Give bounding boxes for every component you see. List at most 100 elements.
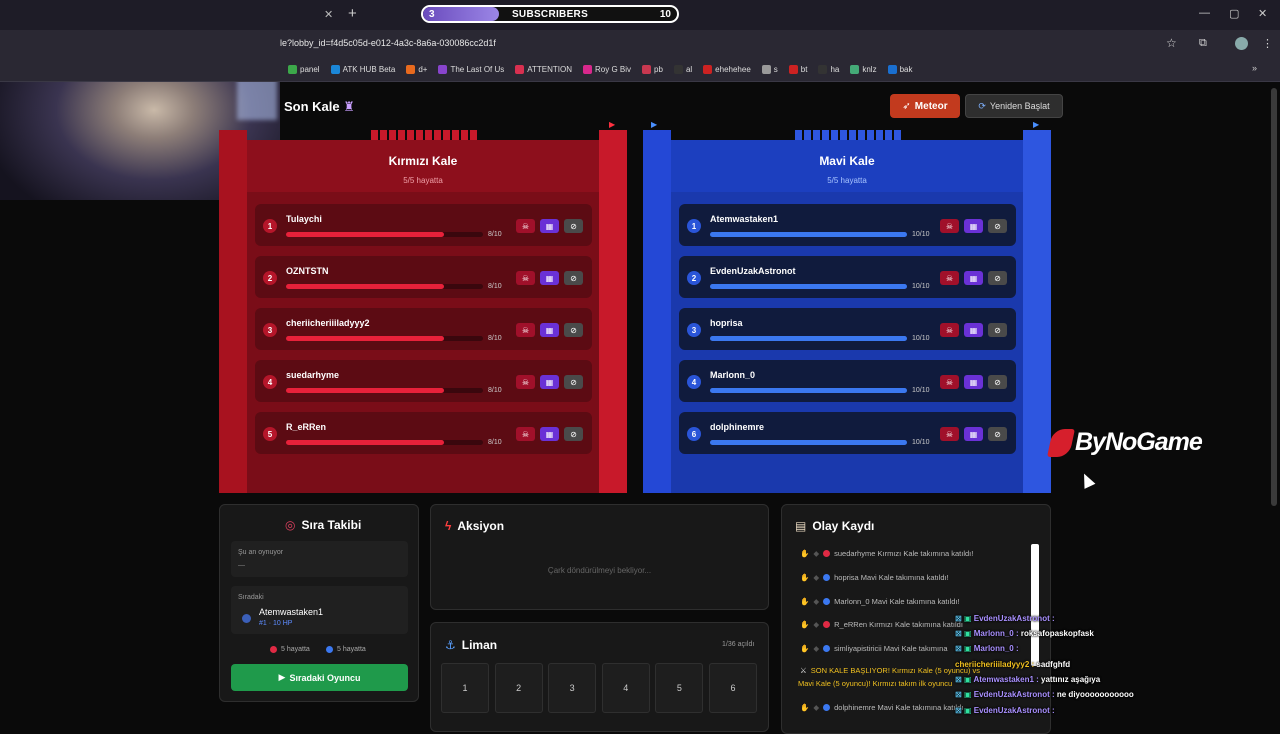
harbor-cell[interactable]: 6 <box>709 663 757 713</box>
ban-icon[interactable]: ⊘ <box>564 375 583 389</box>
bookmark-item[interactable]: bt <box>788 65 807 74</box>
chat-badge-icon: ▣ <box>963 644 972 653</box>
ban-icon[interactable]: ⊘ <box>988 271 1007 285</box>
close-window-icon[interactable]: ✕ <box>1258 7 1267 20</box>
bookmark-item[interactable]: ATK HUB Beta <box>330 65 395 74</box>
red-player-row: 2 OZNTSTN 8/10 ☠ ▦ ⊘ <box>255 256 592 298</box>
bookmark-item[interactable]: The Last Of Us <box>438 65 504 74</box>
bookmark-favicon-icon <box>288 65 297 74</box>
address-bar[interactable] <box>0 30 1280 58</box>
restart-button[interactable]: ⟳ Yeniden Başlat <box>965 94 1063 118</box>
ban-icon[interactable]: ⊘ <box>564 427 583 441</box>
tag-icon: ◆ <box>813 644 820 653</box>
bookmark-item[interactable]: ATTENTION <box>515 65 572 74</box>
harbor-cell[interactable]: 4 <box>601 663 650 713</box>
player-hp-bar <box>710 336 907 341</box>
next-player-button[interactable]: ▶ Sıradaki Oyuncu <box>231 664 408 691</box>
hand-icon: ✋ <box>800 644 810 653</box>
ban-icon[interactable]: ⊘ <box>564 271 583 285</box>
harbor-cell[interactable]: 1 <box>441 663 489 713</box>
player-hp-text: 10/10 <box>912 335 930 342</box>
attack-skull-icon[interactable]: ☠ <box>516 375 535 389</box>
maximize-icon[interactable]: ▢ <box>1229 7 1239 20</box>
bookmark-item[interactable]: s <box>761 65 778 74</box>
bookmark-item[interactable]: pb <box>642 65 663 74</box>
profile-avatar[interactable] <box>1235 37 1248 50</box>
player-hp-fill <box>710 440 907 445</box>
ban-icon[interactable]: ⊘ <box>564 323 583 337</box>
shield-icon[interactable]: ▦ <box>964 219 983 233</box>
shield-icon[interactable]: ▦ <box>964 323 983 337</box>
bookmark-item[interactable]: al <box>673 65 692 74</box>
chat-username: Atemwastaken1 : <box>973 675 1039 684</box>
bookmark-item[interactable]: bak <box>887 65 912 74</box>
player-number: 6 <box>687 427 701 441</box>
attack-skull-icon[interactable]: ☠ <box>516 219 535 233</box>
player-hp-bar <box>710 284 907 289</box>
minimize-icon[interactable]: — <box>1199 7 1210 19</box>
blue-castle: ▶ ▶ Mavi Kale 5/5 hayatta 1 Atemwastaken1… <box>643 120 1051 493</box>
shield-icon[interactable]: ▦ <box>964 375 983 389</box>
now-playing-label: Şu an oynuyor <box>238 549 284 556</box>
ban-icon[interactable]: ⊘ <box>988 375 1007 389</box>
bookmark-item[interactable]: ehehehee <box>703 65 751 74</box>
player-hp-fill <box>710 232 907 237</box>
attack-skull-icon[interactable]: ☠ <box>940 427 959 441</box>
shield-icon[interactable]: ▦ <box>964 427 983 441</box>
bookmark-item[interactable]: Roy G Biv <box>583 65 631 74</box>
anchor-icon: ⚓ <box>445 638 456 652</box>
ban-icon[interactable]: ⊘ <box>988 219 1007 233</box>
star-icon[interactable]: ☆ <box>1166 36 1177 50</box>
player-number: 4 <box>687 375 701 389</box>
player-number: 3 <box>263 323 277 337</box>
team-dot <box>823 621 831 628</box>
page-scrollbar[interactable] <box>1271 88 1277 506</box>
shield-icon[interactable]: ▦ <box>540 323 559 337</box>
shield-icon[interactable]: ▦ <box>540 427 559 441</box>
harbor-cell[interactable]: 2 <box>494 663 543 713</box>
bookmark-item[interactable]: d+ <box>406 65 427 74</box>
event-log-scrollbar[interactable] <box>1031 544 1039 666</box>
bookmark-item[interactable]: knlz <box>850 65 877 74</box>
attack-skull-icon[interactable]: ☠ <box>516 323 535 337</box>
harbor-cell[interactable]: 5 <box>655 663 704 713</box>
player-hp-text: 10/10 <box>912 231 930 238</box>
menu-icon[interactable]: ⋮ <box>1262 37 1273 50</box>
bookmark-favicon-icon <box>515 65 525 74</box>
attack-skull-icon[interactable]: ☠ <box>940 375 959 389</box>
new-tab-icon[interactable]: + <box>348 5 357 22</box>
blue-alive-count: 5/5 hayatta <box>827 176 867 185</box>
attack-skull-icon[interactable]: ☠ <box>940 219 959 233</box>
extensions-icon[interactable]: ⧉ <box>1199 37 1207 50</box>
attack-skull-icon[interactable]: ☠ <box>516 271 535 285</box>
ban-icon[interactable]: ⊘ <box>988 323 1007 337</box>
bookmark-item[interactable]: panel <box>288 65 320 74</box>
url-text[interactable]: le?lobby_id=f4d5c05d-e012-4a3c-8a6a-0300… <box>280 38 496 48</box>
shield-icon[interactable]: ▦ <box>964 271 983 285</box>
shield-icon[interactable]: ▦ <box>540 375 559 389</box>
attack-skull-icon[interactable]: ☠ <box>940 271 959 285</box>
now-playing-value: — <box>238 562 245 569</box>
bookmark-favicon-icon <box>673 65 683 74</box>
red-player-row: 5 R_eRRen 8/10 ☠ ▦ ⊘ <box>255 412 592 454</box>
harbor-cell[interactable]: 3 <box>548 663 597 713</box>
event-log-item: ✋ ◆ simliyapistiricii Mavi Kale takımına <box>800 644 948 653</box>
play-icon: ▶ <box>278 672 286 682</box>
bynogame-logo: ByNoGame <box>1047 428 1203 457</box>
lightning-icon: ϟ <box>445 519 452 533</box>
chat-message: ⊠ ▣ EvdenUzakAstronot : <box>955 706 1055 715</box>
subscriber-goal-bar: 3 SUBSCRIBERS 10 <box>421 5 679 23</box>
player-number: 2 <box>263 271 277 285</box>
meteor-button[interactable]: ➶ Meteor <box>890 94 960 118</box>
player-number: 3 <box>687 323 701 337</box>
bookmark-item[interactable]: ha <box>818 65 839 74</box>
ban-icon[interactable]: ⊘ <box>564 219 583 233</box>
more-bookmarks-icon[interactable]: » <box>1252 63 1257 73</box>
event-log-item: ✋ ◆ suedarhyme Kırmızı Kale takımına katıl… <box>800 549 974 558</box>
attack-skull-icon[interactable]: ☠ <box>516 427 535 441</box>
shield-icon[interactable]: ▦ <box>540 219 559 233</box>
attack-skull-icon[interactable]: ☠ <box>940 323 959 337</box>
shield-icon[interactable]: ▦ <box>540 271 559 285</box>
ban-icon[interactable]: ⊘ <box>988 427 1007 441</box>
tab-close-icon[interactable]: ✕ <box>324 8 333 21</box>
